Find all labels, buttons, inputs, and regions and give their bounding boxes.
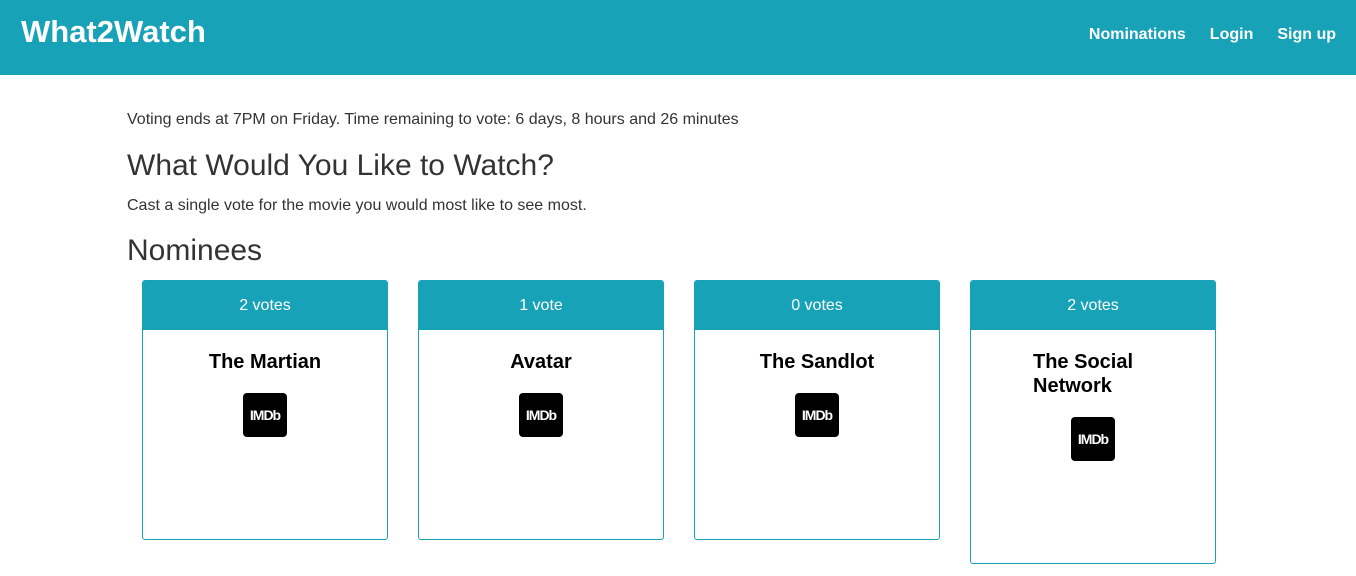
vote-count: 2 votes [971,281,1215,330]
nominees-heading: Nominees [127,234,263,267]
card-body: The Social Network IMDb [971,330,1215,461]
card-body: The Martian IMDb [143,330,387,437]
imdb-link-wrap: IMDb [439,393,643,437]
navbar: What2Watch Nominations Login Sign up [0,0,1356,75]
nominee-card-the-social-network[interactable]: 2 votes The Social Network IMDb [970,280,1216,564]
imdb-icon[interactable]: IMDb [243,393,287,437]
card-body: Avatar IMDb [419,330,663,437]
movie-title: The Martian [208,351,322,373]
page-subtitle: Cast a single vote for the movie you wou… [127,197,587,214]
voting-countdown: Voting ends at 7PM on Friday. Time remai… [127,111,739,128]
movie-title: The Sandlot [759,351,875,373]
nav-link-signup[interactable]: Sign up [1277,24,1336,46]
vote-count: 1 vote [419,281,663,330]
nominee-card-avatar[interactable]: 1 vote Avatar IMDb [418,280,664,540]
vote-count: 2 votes [143,281,387,330]
nav-link-login[interactable]: Login [1210,24,1254,46]
imdb-link-wrap: IMDb [715,393,919,437]
vote-count: 0 votes [695,281,939,330]
card-body: The Sandlot IMDb [695,330,939,437]
imdb-link-wrap: IMDb [991,417,1195,461]
brand-logo[interactable]: What2Watch [21,14,206,50]
page-title: What Would You Like to Watch? [127,149,554,182]
nominee-card-the-sandlot[interactable]: 0 votes The Sandlot IMDb [694,280,940,540]
nav-links: Nominations Login Sign up [1089,24,1336,46]
imdb-link-wrap: IMDb [163,393,367,437]
imdb-icon[interactable]: IMDb [795,393,839,437]
movie-title: The Social Network [1033,351,1134,397]
imdb-icon[interactable]: IMDb [519,393,563,437]
nav-link-nominations[interactable]: Nominations [1089,24,1186,46]
movie-title: Avatar [510,351,572,373]
imdb-icon[interactable]: IMDb [1071,417,1115,461]
nominee-card-the-martian[interactable]: 2 votes The Martian IMDb [142,280,388,540]
